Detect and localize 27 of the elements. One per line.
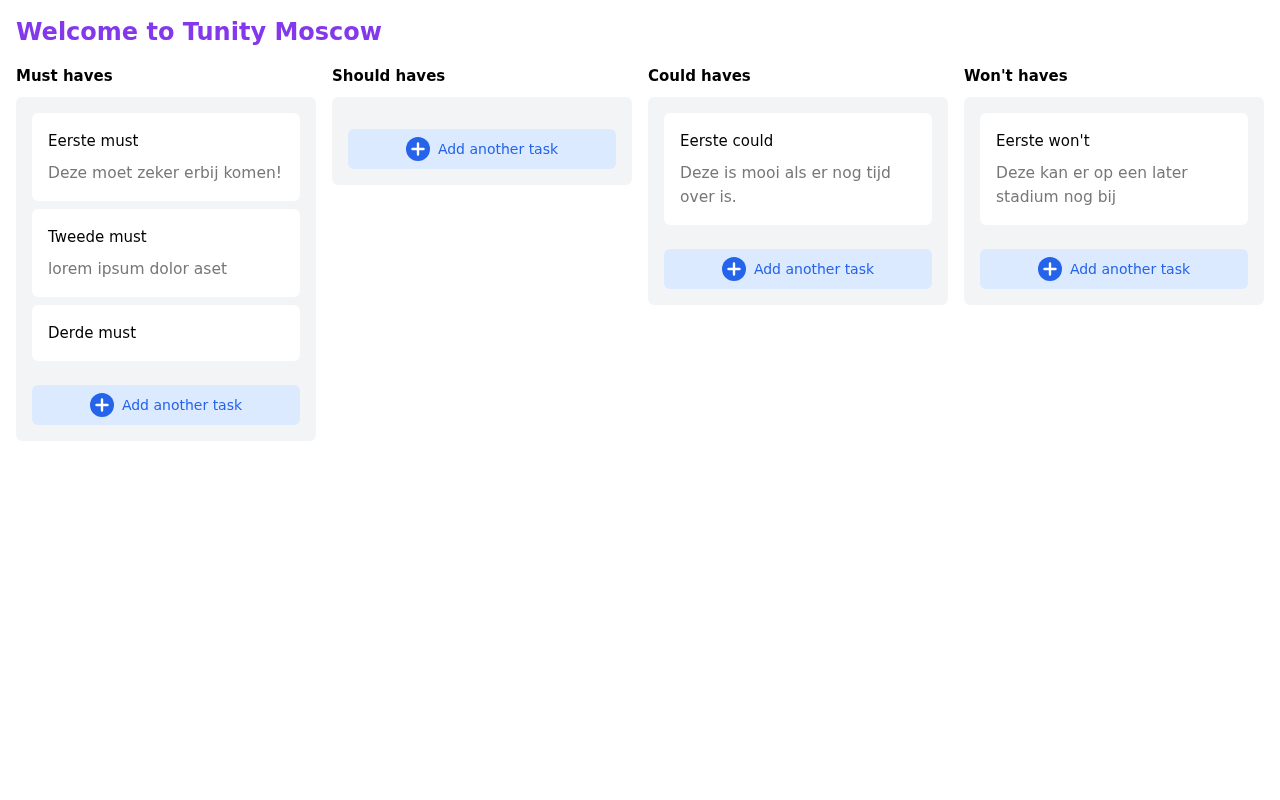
- task-card[interactable]: Eerste could Deze is mooi als er nog tijd over is.: [664, 113, 932, 225]
- task-title: Eerste could: [680, 131, 775, 152]
- task-description: Deze is mooi als er nog tijd over is.: [680, 163, 892, 208]
- page-title: Welcome to Tunity Moscow: [16, 17, 383, 48]
- task-title: Eerste won't: [996, 131, 1091, 152]
- task-title: Tweede must: [48, 227, 148, 248]
- task-description: Deze kan er op een later stadium nog bij: [996, 163, 1189, 208]
- column-heading: Should haves: [332, 66, 447, 86]
- add-task-button[interactable]: Add another task: [664, 249, 932, 289]
- task-description: Deze moet zeker erbij komen!: [48, 163, 283, 184]
- task-title: Derde must: [48, 323, 137, 344]
- task-description: lorem ipsum dolor aset: [48, 259, 229, 280]
- plus-icon: [1037, 257, 1062, 281]
- task-title: Eerste must: [48, 131, 140, 152]
- column-heading: Must haves: [16, 66, 114, 86]
- task-card[interactable]: Tweede must lorem ipsum dolor aset: [32, 209, 300, 297]
- plus-icon: [89, 393, 114, 417]
- column-heading: Could haves: [648, 66, 752, 86]
- add-task-button[interactable]: Add another task: [32, 385, 300, 425]
- plus-icon: [721, 257, 746, 281]
- add-task-button[interactable]: Add another task: [348, 129, 616, 169]
- add-task-button[interactable]: Add another task: [980, 249, 1248, 289]
- task-card[interactable]: Eerste must Deze moet zeker erbij komen!: [32, 113, 300, 201]
- task-card[interactable]: Eerste won't Deze kan er op een later stadium nog bij: [980, 113, 1248, 225]
- task-card[interactable]: Derde must: [32, 305, 300, 361]
- column-heading: Won't haves: [964, 66, 1069, 86]
- plus-icon: [405, 137, 430, 161]
